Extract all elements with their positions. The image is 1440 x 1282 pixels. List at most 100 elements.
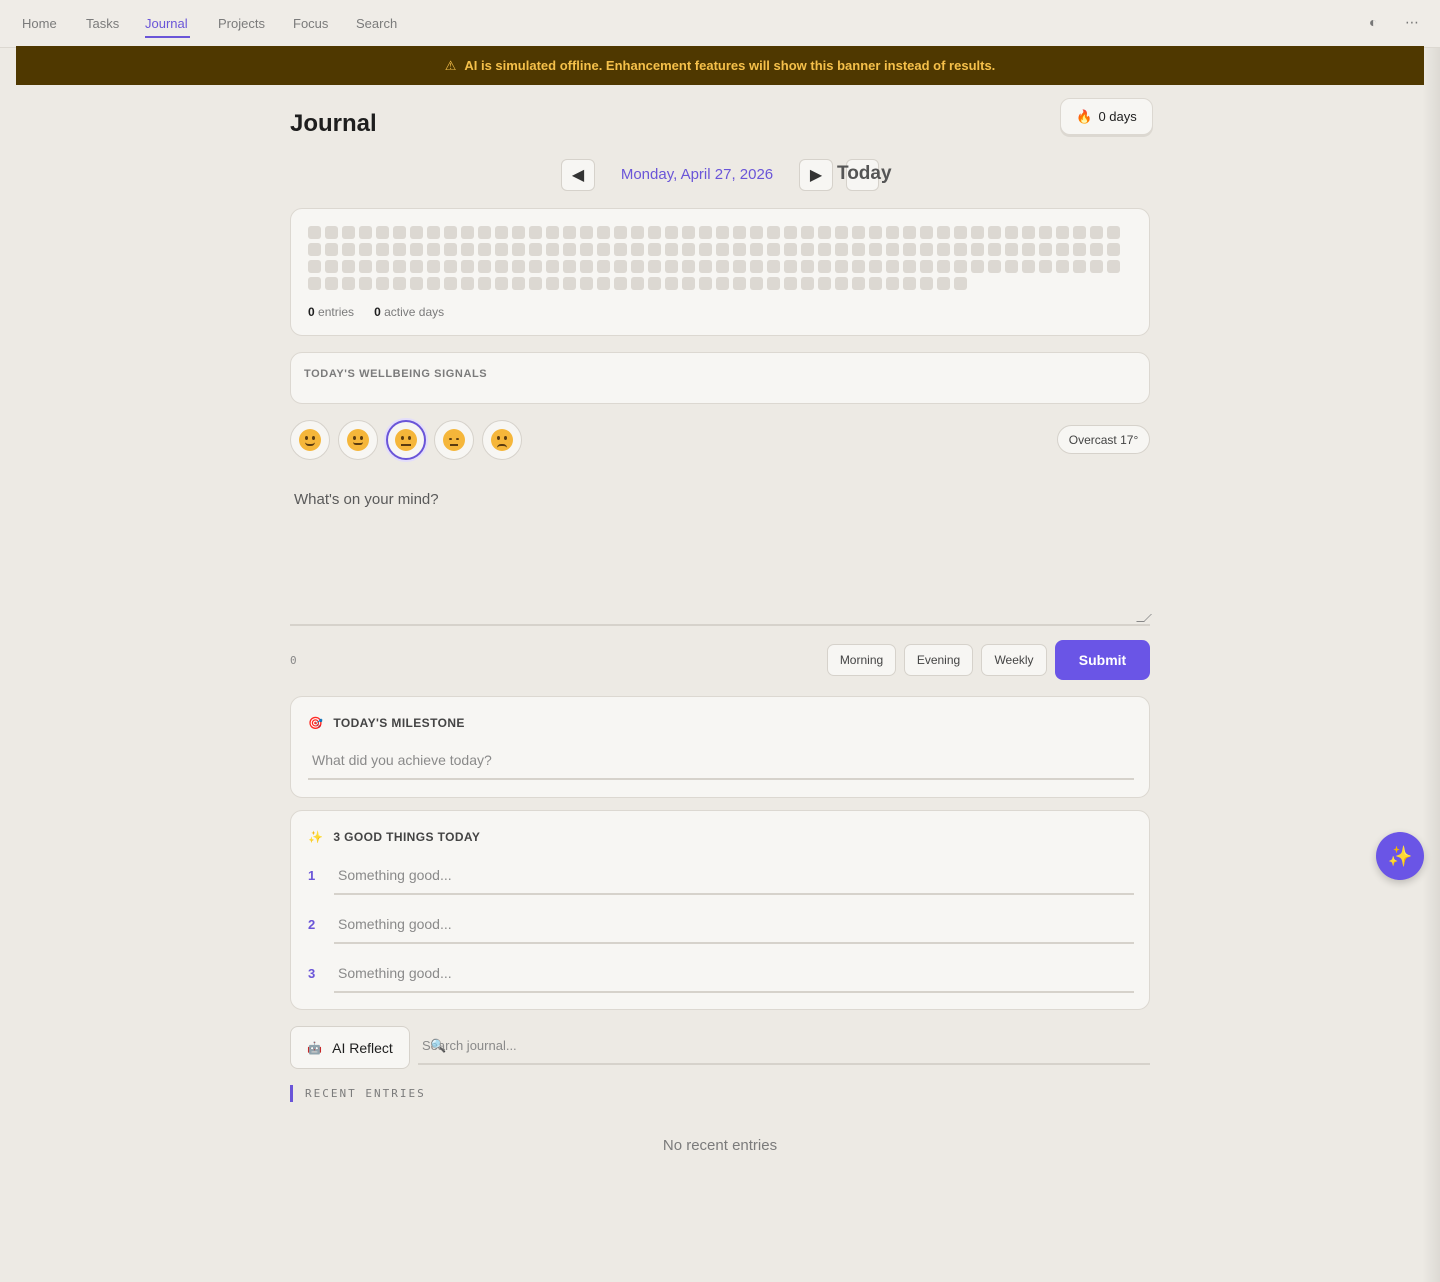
heatmap-cell [393, 277, 406, 290]
heatmap-cell [648, 277, 661, 290]
heatmap-cell [937, 277, 950, 290]
nav-tasks[interactable]: Tasks [86, 16, 119, 31]
heatmap-cell [818, 260, 831, 273]
heatmap-cell [988, 260, 1001, 273]
good-thing-number: 1 [308, 868, 316, 883]
prev-day-button[interactable]: ◀ [561, 159, 595, 191]
submit-button[interactable]: Submit [1055, 640, 1150, 680]
good-thing-input[interactable]: Something good... [334, 962, 1134, 993]
theme-toggle-icon[interactable]: ◐ [1369, 14, 1377, 30]
heatmap-cell [665, 226, 678, 239]
heatmap-cell [971, 226, 984, 239]
heatmap-cell [580, 260, 593, 273]
heatmap-cell [869, 226, 882, 239]
signals-label: TODAY'S WELLBEING SIGNALS [304, 368, 488, 380]
heatmap-cell [325, 277, 338, 290]
heatmap-cell [580, 277, 593, 290]
weather-badge[interactable]: Overcast 17° [1057, 425, 1150, 454]
nav-projects[interactable]: Projects [218, 16, 265, 31]
heatmap-cell [580, 226, 593, 239]
heatmap-cell [597, 277, 610, 290]
good-thing-number: 3 [308, 966, 316, 981]
heatmap-cell [954, 260, 967, 273]
active-days-label: active days [384, 305, 445, 319]
nav-journal[interactable]: Journal [145, 16, 188, 31]
heatmap-cell [410, 226, 423, 239]
mood-low-button[interactable] [434, 420, 474, 460]
heatmap-cell [682, 277, 695, 290]
heatmap-cell [427, 260, 440, 273]
heatmap-cell [461, 226, 474, 239]
heatmap-cell [1073, 226, 1086, 239]
heatmap-cell [376, 243, 389, 256]
nav-home[interactable]: Home [22, 16, 57, 31]
heatmap-cell [886, 277, 899, 290]
top-nav: Home Tasks Journal Projects Focus Search… [0, 0, 1440, 48]
morning-template-button[interactable]: Morning [827, 644, 896, 676]
heatmap-cell [359, 260, 372, 273]
fire-icon: 🔥 [1076, 108, 1093, 124]
heatmap-cell [665, 260, 678, 273]
mood-great-button[interactable] [290, 420, 330, 460]
more-menu-icon[interactable]: ⋯ [1405, 14, 1419, 31]
mood-okay-button[interactable] [386, 420, 426, 460]
good-things-title: 3 GOOD THINGS TODAY [333, 830, 481, 844]
heatmap-cell [1056, 243, 1069, 256]
heatmap-cell [631, 277, 644, 290]
heatmap-cell [937, 243, 950, 256]
mood-bad-button[interactable] [482, 420, 522, 460]
ai-reflect-button[interactable]: 🤖 AI Reflect [290, 1026, 410, 1069]
good-thing-input[interactable]: Something good... [334, 864, 1134, 895]
empty-state: No recent entries [662, 1137, 778, 1154]
good-thing-placeholder: Something good... [338, 965, 452, 981]
heatmap-cell [529, 277, 542, 290]
heatmap-cell [716, 260, 729, 273]
heatmap-cell [818, 243, 831, 256]
heatmap-cell [852, 277, 865, 290]
heatmap-cell [750, 260, 763, 273]
nav-focus[interactable]: Focus [293, 16, 328, 31]
heatmap-cell [1039, 226, 1052, 239]
heatmap-cell [614, 277, 627, 290]
heatmap-cell [461, 260, 474, 273]
weekly-template-button[interactable]: Weekly [981, 644, 1047, 676]
sparkles-icon: ✨ [1387, 845, 1413, 868]
heatmap-cell [325, 226, 338, 239]
journal-textarea[interactable]: What's on your mind? [290, 480, 1152, 626]
current-date[interactable]: Monday, April 27, 2026 [600, 166, 794, 183]
today-button-label[interactable]: Today [837, 163, 892, 185]
streak-badge[interactable]: 🔥 0 days [1060, 98, 1153, 135]
heatmap-cell [376, 277, 389, 290]
heatmap-cell [1107, 243, 1120, 256]
heatmap-cell [512, 226, 525, 239]
heatmap-cell [410, 260, 423, 273]
active-days-count: 0 [374, 305, 381, 319]
heatmap-cell [801, 226, 814, 239]
next-day-button[interactable]: ▶ [799, 159, 833, 191]
heatmap-cell [716, 243, 729, 256]
heatmap-cell [359, 277, 372, 290]
milestone-input[interactable]: What did you achieve today? [308, 751, 1134, 780]
heatmap-cell [733, 226, 746, 239]
heatmap-cell [1056, 260, 1069, 273]
mood-good-button[interactable] [338, 420, 378, 460]
heatmap-cell [427, 226, 440, 239]
heatmap-cell [903, 243, 916, 256]
heatmap-cell [529, 243, 542, 256]
heatmap-cell [597, 260, 610, 273]
nav-search[interactable]: Search [356, 16, 397, 31]
resize-handle-icon[interactable] [1136, 614, 1152, 622]
heatmap-cell [784, 226, 797, 239]
good-thing-input[interactable]: Something good... [334, 913, 1134, 944]
heatmap-cell [767, 243, 780, 256]
ai-assistant-fab[interactable]: ✨ [1376, 832, 1424, 880]
heatmap-cell [393, 260, 406, 273]
heatmap-cell [631, 260, 644, 273]
journal-search-input[interactable]: Search journal... 🔍 [418, 1032, 1150, 1065]
evening-template-button[interactable]: Evening [904, 644, 973, 676]
heatmap-cell [1005, 226, 1018, 239]
heatmap-cell [665, 277, 678, 290]
heatmap-cell [767, 277, 780, 290]
heatmap-cell [920, 243, 933, 256]
heatmap-cell [682, 260, 695, 273]
